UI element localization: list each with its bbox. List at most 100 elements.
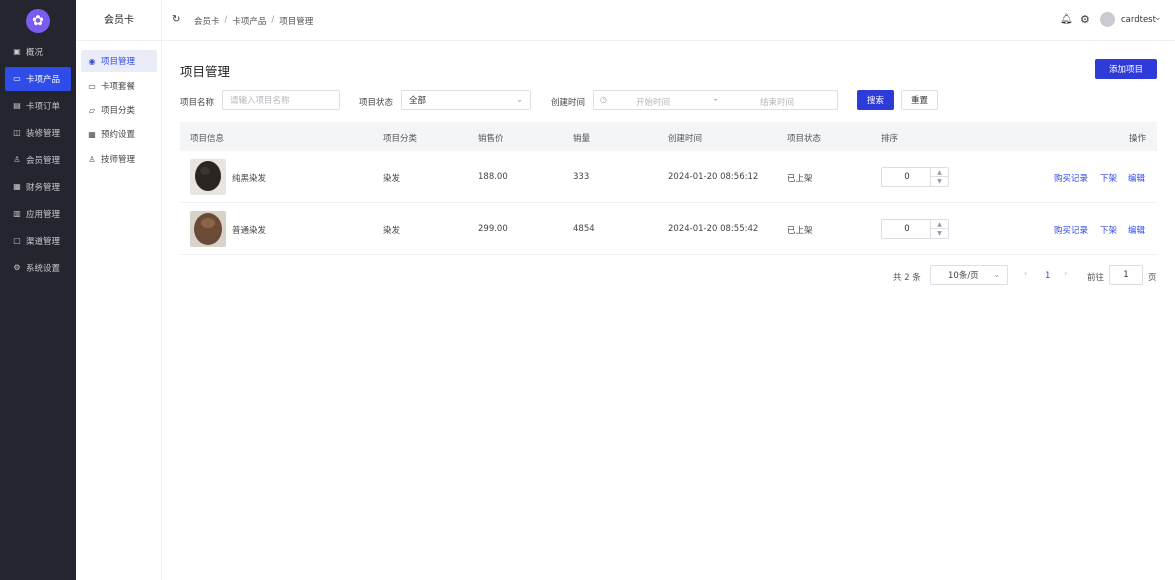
subnav-item-label: 技师管理 <box>101 155 136 165</box>
nav-item-system-settings[interactable]: ⚙ 系统设置 <box>5 256 71 280</box>
username[interactable]: cardtest <box>1121 15 1156 25</box>
decorate-icon: ◫ <box>13 128 21 137</box>
purchase-records-link[interactable]: 购买记录 <box>1054 224 1088 236</box>
nav-item-label: 卡项产品 <box>26 75 61 85</box>
project-name-input[interactable]: 请输入项目名称 <box>222 90 340 110</box>
chevron-down-icon[interactable]: ⌄ <box>1154 13 1162 23</box>
sub-nav: 会员卡 ◉ 项目管理 ▭ 卡项套餐 ▱ 项目分类 ▦ 预约设置 ♙ 技师管理 <box>76 0 162 580</box>
nav-item-card-products[interactable]: ▭ 卡项产品 <box>5 67 71 91</box>
nav-item-label: 会员管理 <box>26 156 61 166</box>
subnav-item-booking-settings[interactable]: ▦ 预约设置 <box>81 123 157 145</box>
subnav-item-project-manage[interactable]: ◉ 项目管理 <box>81 50 157 72</box>
project-created: 2024-01-20 08:56:12 <box>668 172 759 182</box>
project-category: 染发 <box>383 174 401 184</box>
purchase-records-link[interactable]: 购买记录 <box>1054 172 1088 184</box>
project-name: 普通染发 <box>232 226 267 236</box>
col-ops: 操作 <box>1129 134 1147 144</box>
prev-page-icon[interactable]: ‹ <box>1024 269 1028 279</box>
channel-icon: ▢ <box>13 236 21 245</box>
nav-item-members[interactable]: ♙ 会员管理 <box>5 148 71 172</box>
add-project-button[interactable]: 添加项目 <box>1095 59 1157 79</box>
sort-value[interactable]: 0 <box>882 172 932 182</box>
sort-stepper[interactable]: 0 ▲ ▼ <box>881 219 949 239</box>
nav-item-label: 财务管理 <box>26 183 61 193</box>
nav-item-channels[interactable]: ▢ 渠道管理 <box>5 229 71 253</box>
table-row: 普通染发 染发 299.00 4854 2024-01-20 08:55:42 … <box>180 203 1157 255</box>
status-select[interactable]: 全部 ⌄ <box>401 90 531 110</box>
unpublish-link[interactable]: 下架 <box>1100 172 1117 184</box>
breadcrumb-item: 项目管理 <box>279 17 314 27</box>
col-info: 项目信息 <box>190 134 225 144</box>
breadcrumb-separator: / <box>271 15 275 25</box>
goto-page-input[interactable]: 1 <box>1109 265 1143 285</box>
chevron-down-icon[interactable]: ▼ <box>930 229 948 238</box>
top-bar: ↻ 会员卡 / 卡项产品 / 项目管理 🔔︎ ⚙ cardtest ⌄ <box>162 0 1175 41</box>
col-status: 项目状态 <box>787 134 822 144</box>
page-unit-label: 页 <box>1148 273 1157 283</box>
date-end-placeholder[interactable]: 结束时间 <box>760 96 794 108</box>
refresh-icon[interactable]: ↻ <box>172 14 180 25</box>
bell-icon[interactable]: 🔔︎ <box>1060 14 1073 25</box>
main-nav: ✿ ▣ 概况 ▭ 卡项产品 ▤ 卡项订单 ◫ 装修管理 ♙ 会员管理 ▦ 财务管理 ▥ 应用管… <box>0 0 76 580</box>
clock-icon: ◷ <box>600 95 607 104</box>
subnav-item-label: 卡项套餐 <box>101 82 136 92</box>
sort-stepper[interactable]: 0 ▲ ▼ <box>881 167 949 187</box>
chevron-up-icon[interactable]: ▲ <box>930 220 948 229</box>
breadcrumb-item[interactable]: 会员卡 <box>194 15 220 27</box>
page-size-value: 10条/页 <box>948 271 979 281</box>
project-status: 已上架 <box>787 174 813 184</box>
nav-item-overview[interactable]: ▣ 概况 <box>5 40 71 64</box>
col-price: 销售价 <box>478 134 504 144</box>
table-header: 项目信息 项目分类 销售价 销量 创建时间 项目状态 排序 操作 <box>180 122 1157 151</box>
next-page-icon[interactable]: › <box>1064 269 1068 279</box>
edit-link[interactable]: 编辑 <box>1128 172 1145 184</box>
col-sales: 销量 <box>573 134 591 144</box>
chevron-down-icon[interactable]: ▼ <box>930 177 948 186</box>
chevron-down-icon: ⌄ <box>993 270 1000 279</box>
reset-button[interactable]: 重置 <box>901 90 938 110</box>
subnav-item-label: 预约设置 <box>101 130 136 140</box>
finance-icon: ▦ <box>13 182 21 191</box>
calendar-icon: ▦ <box>88 129 96 139</box>
date-start-placeholder[interactable]: 开始时间 <box>636 96 670 108</box>
date-range-picker[interactable]: ◷ 开始时间 - 结束时间 <box>593 90 838 110</box>
dashboard-icon: ▣ <box>13 47 21 56</box>
project-thumbnail <box>190 211 226 247</box>
project-status: 已上架 <box>787 226 813 236</box>
subnav-item-card-packages[interactable]: ▭ 卡项套餐 <box>81 75 157 97</box>
page-size-select[interactable]: 10条/页 ⌄ <box>930 265 1008 285</box>
project-thumbnail <box>190 159 226 195</box>
avatar[interactable] <box>1100 12 1115 27</box>
nav-item-apps[interactable]: ▥ 应用管理 <box>5 202 71 226</box>
nav-item-card-orders[interactable]: ▤ 卡项订单 <box>5 94 71 118</box>
page-number-current[interactable]: 1 <box>1045 271 1050 281</box>
breadcrumb-item[interactable]: 卡项产品 <box>232 15 266 27</box>
user-icon: ♙ <box>13 155 21 164</box>
apps-icon: ▥ <box>13 209 21 218</box>
unpublish-link[interactable]: 下架 <box>1100 224 1117 236</box>
chevron-up-icon[interactable]: ▲ <box>930 168 948 177</box>
nav-item-label: 卡项订单 <box>26 102 61 112</box>
nav-item-label: 系统设置 <box>26 264 61 274</box>
filter-date-label: 创建时间 <box>551 98 586 108</box>
project-sales: 333 <box>573 172 590 182</box>
project-created: 2024-01-20 08:55:42 <box>668 224 759 234</box>
date-range-separator: - <box>714 95 718 105</box>
col-created: 创建时间 <box>668 134 703 144</box>
project-price: 299.00 <box>478 224 508 234</box>
breadcrumb-separator: / <box>224 15 228 25</box>
col-sort: 排序 <box>881 134 899 144</box>
gear-icon[interactable]: ⚙ <box>1080 13 1090 26</box>
table-row: 纯黑染发 染发 188.00 333 2024-01-20 08:56:12 已… <box>180 151 1157 203</box>
page-title: 项目管理 <box>180 64 231 79</box>
nav-item-finance[interactable]: ▦ 财务管理 <box>5 175 71 199</box>
app-logo-icon[interactable]: ✿ <box>26 9 50 33</box>
subnav-item-categories[interactable]: ▱ 项目分类 <box>81 99 157 121</box>
subnav-item-label: 项目管理 <box>101 57 136 67</box>
sort-value[interactable]: 0 <box>882 224 932 234</box>
project-sales: 4854 <box>573 224 595 234</box>
search-button[interactable]: 搜索 <box>857 90 894 110</box>
edit-link[interactable]: 编辑 <box>1128 224 1145 236</box>
subnav-item-technicians[interactable]: ♙ 技师管理 <box>81 148 157 170</box>
nav-item-decoration[interactable]: ◫ 装修管理 <box>5 121 71 145</box>
